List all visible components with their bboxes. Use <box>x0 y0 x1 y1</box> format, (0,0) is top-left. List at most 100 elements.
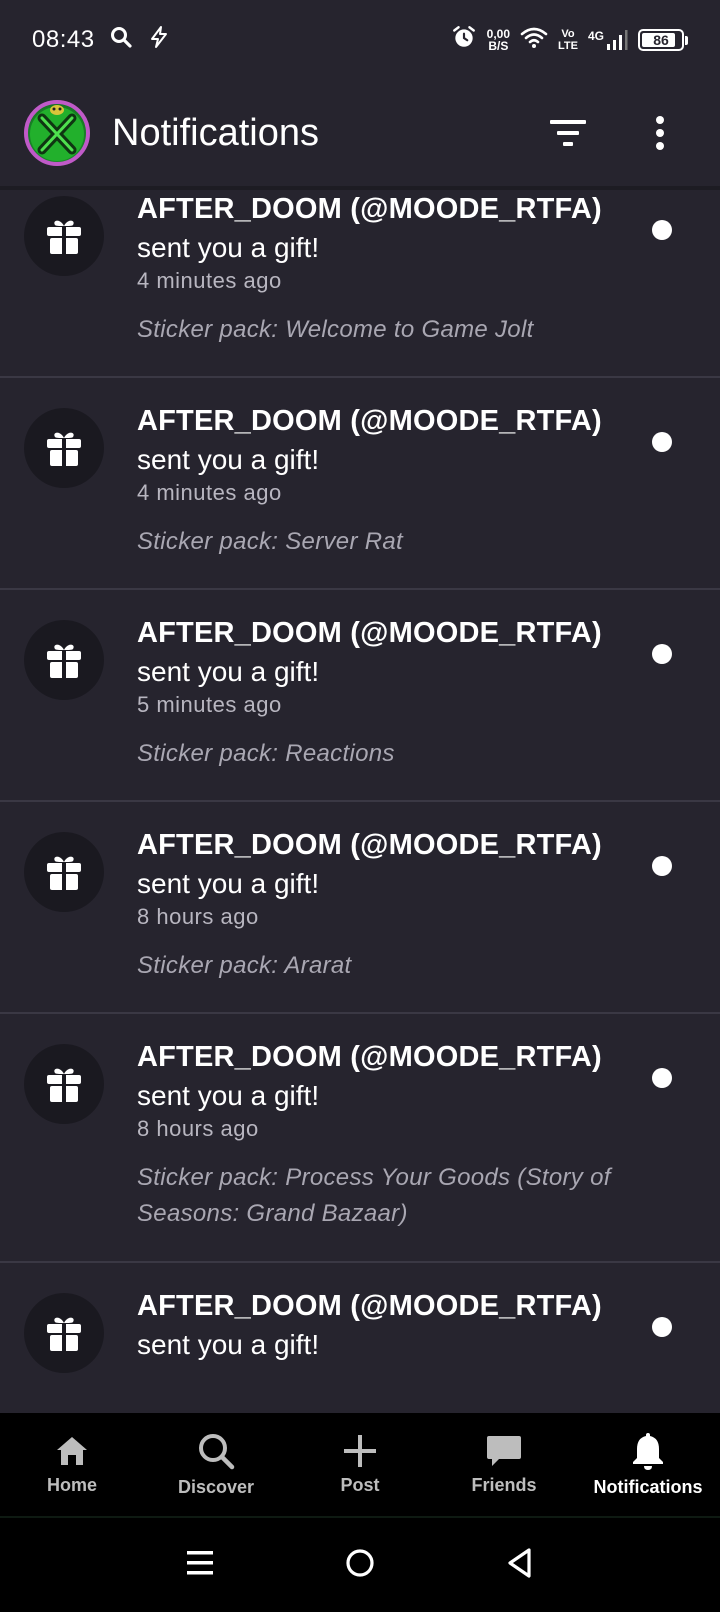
signal-icon <box>607 30 628 50</box>
nav-discover[interactable]: Discover <box>144 1413 288 1516</box>
notification-detail: Sticker pack: Process Your Goods (Story … <box>137 1164 611 1227</box>
wifi-icon <box>520 25 548 56</box>
gift-icon <box>47 1068 81 1102</box>
volte-indicator: Vo LTE <box>558 28 578 52</box>
nav-label: Friends <box>471 1475 537 1495</box>
home-icon <box>57 1437 87 1465</box>
notification-action: sent you a gift! <box>137 1329 320 1360</box>
more-vertical-icon <box>656 116 664 150</box>
menu-icon <box>186 1550 213 1574</box>
filter-icon <box>550 120 586 146</box>
bottom-nav: Home Discover Post Friends Notifications <box>0 1413 720 1518</box>
notification-item[interactable]: AFTER_DOOM (@MOODE_RTFA) sent you a gift… <box>0 1263 720 1414</box>
unread-dot <box>652 220 672 240</box>
gift-icon <box>47 432 81 466</box>
gift-icon-circle <box>24 1293 104 1373</box>
system-nav <box>0 1518 720 1612</box>
gift-icon-circle <box>24 1044 104 1124</box>
battery-icon: 86 <box>638 29 684 51</box>
notification-action: sent you a gift! <box>137 1080 320 1111</box>
notification-action: sent you a gift! <box>137 656 320 687</box>
unread-dot <box>652 1068 672 1088</box>
unread-dot <box>652 1317 672 1337</box>
back-button[interactable] <box>505 1547 535 1584</box>
unread-dot <box>652 856 672 876</box>
notification-user[interactable]: AFTER_DOOM (@MOODE_RTFA) <box>137 1289 640 1323</box>
notification-detail: Sticker pack: Reactions <box>137 740 395 767</box>
notification-time: 5 minutes ago <box>137 692 282 717</box>
nav-label: Post <box>340 1475 380 1495</box>
notification-user[interactable]: AFTER_DOOM (@MOODE_RTFA) <box>137 828 640 862</box>
notification-item[interactable]: AFTER_DOOM (@MOODE_RTFA) sent you a gift… <box>0 378 720 590</box>
nav-post[interactable]: Post <box>288 1413 432 1516</box>
nav-label: Discover <box>177 1477 255 1497</box>
filter-button[interactable] <box>542 107 594 159</box>
app-header: Notifications <box>0 80 720 190</box>
status-time: 08:43 <box>32 26 95 53</box>
notification-detail: Sticker pack: Welcome to Game Jolt <box>137 316 534 343</box>
circle-home-icon <box>346 1548 374 1577</box>
signal-indicator: 4G <box>588 29 628 51</box>
notification-item[interactable]: AFTER_DOOM (@MOODE_RTFA) sent you a gift… <box>0 590 720 802</box>
unread-dot <box>652 432 672 452</box>
notification-user[interactable]: AFTER_DOOM (@MOODE_RTFA) <box>137 404 640 438</box>
notification-detail: Sticker pack: Server Rat <box>137 528 403 555</box>
notification-time: 4 minutes ago <box>137 480 282 505</box>
status-right: 0,00 B/S Vo LTE 4G 86 <box>451 24 688 57</box>
lightning-icon <box>147 25 171 56</box>
back-triangle-icon <box>508 1547 531 1578</box>
nav-notifications[interactable]: Notifications <box>576 1413 720 1516</box>
page-title: Notifications <box>112 111 319 154</box>
avatar-image-icon <box>30 105 84 161</box>
notification-item[interactable]: AFTER_DOOM (@MOODE_RTFA) sent you a gift… <box>0 802 720 1014</box>
home-button[interactable] <box>344 1547 376 1584</box>
battery-indicator: 86 <box>638 29 688 51</box>
battery-level: 86 <box>653 32 669 48</box>
network-type: 4G <box>587 29 604 43</box>
gift-icon <box>47 1317 81 1351</box>
nav-friends[interactable]: Friends <box>432 1413 576 1516</box>
bell-icon <box>633 1433 663 1470</box>
more-options-button[interactable] <box>634 107 686 159</box>
search-icon <box>109 25 133 56</box>
net-speed: 0,00 B/S <box>487 28 510 52</box>
volte-bottom: LTE <box>558 40 578 52</box>
plus-icon <box>344 1435 376 1467</box>
notification-action: sent you a gift! <box>137 444 320 475</box>
notification-user[interactable]: AFTER_DOOM (@MOODE_RTFA) <box>137 616 640 650</box>
notification-detail: Sticker pack: Ararat <box>137 952 352 979</box>
nav-home[interactable]: Home <box>0 1413 144 1516</box>
notification-time: 8 hours ago <box>137 1116 259 1141</box>
unread-dot <box>652 644 672 664</box>
notification-list[interactable]: AFTER_DOOM (@MOODE_RTFA) sent you a gift… <box>0 190 720 1414</box>
gift-icon <box>47 856 81 890</box>
notification-item[interactable]: AFTER_DOOM (@MOODE_RTFA) sent you a gift… <box>0 1014 720 1263</box>
notification-user[interactable]: AFTER_DOOM (@MOODE_RTFA) <box>137 192 640 226</box>
notification-time: 8 hours ago <box>137 904 259 929</box>
recent-apps-button[interactable] <box>185 1549 215 1582</box>
status-left: 08:43 <box>32 25 171 56</box>
search-icon <box>199 1434 235 1470</box>
nav-label: Home <box>46 1475 97 1495</box>
gift-icon-circle <box>24 196 104 276</box>
gift-icon-circle <box>24 620 104 700</box>
avatar[interactable] <box>24 100 90 166</box>
gift-icon <box>47 644 81 678</box>
alarm-icon <box>451 24 477 57</box>
net-speed-unit: B/S <box>488 39 509 53</box>
header-actions <box>542 107 696 159</box>
nav-label: Notifications <box>593 1477 703 1497</box>
status-bar: 08:43 0,00 B/S Vo LTE 4G 86 <box>0 0 720 80</box>
notification-action: sent you a gift! <box>137 232 320 263</box>
notification-item[interactable]: AFTER_DOOM (@MOODE_RTFA) sent you a gift… <box>0 190 720 378</box>
screen: 08:43 0,00 B/S Vo LTE 4G 86 Notification… <box>0 0 720 1612</box>
notification-user[interactable]: AFTER_DOOM (@MOODE_RTFA) <box>137 1040 640 1074</box>
gift-icon-circle <box>24 832 104 912</box>
volte-top: Vo <box>561 28 575 40</box>
battery-tip <box>685 35 688 45</box>
gift-icon-circle <box>24 408 104 488</box>
notification-time: 4 minutes ago <box>137 268 282 293</box>
gift-icon <box>47 220 81 254</box>
chat-icon <box>487 1436 521 1466</box>
notification-action: sent you a gift! <box>137 868 320 899</box>
